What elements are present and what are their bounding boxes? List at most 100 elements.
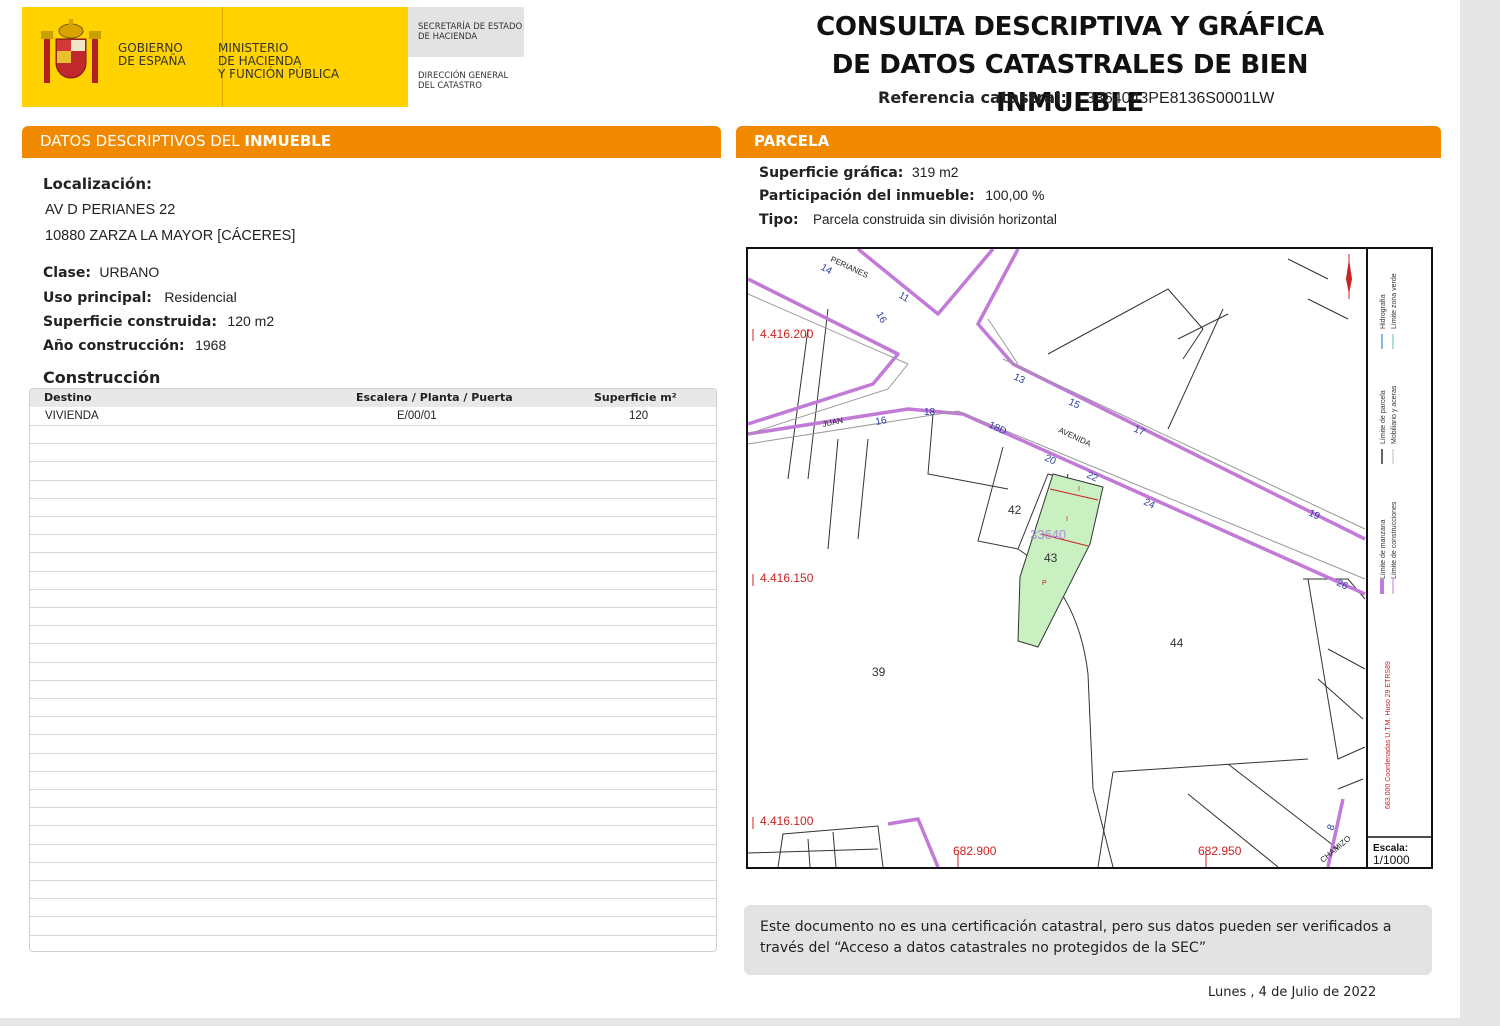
cadastral-map-drawing: 4.416.200 4.416.150 4.416.100 682.900 68… (748, 249, 1431, 867)
table-row-divider (30, 880, 716, 881)
northing-label: 4.416.200 (760, 327, 814, 341)
parcel-number: 44 (1170, 636, 1184, 650)
tipo-label: Tipo: (759, 212, 799, 228)
document-date: Lunes , 4 de Julio de 2022 (1208, 985, 1377, 1000)
street-name: PERIANES (829, 255, 869, 280)
table-row-divider (30, 571, 716, 572)
tipo-row: Tipo: Parcela construida sin división ho… (759, 211, 1057, 229)
table-row-divider (30, 734, 716, 735)
direccion-text: DIRECCIÓN GENERAL DEL CATASTRO (418, 71, 508, 91)
coordinates-note: 683.000 Coordenadas U.T.M. Huso 29 ETRS8… (1385, 661, 1392, 809)
northing-label: 4.416.150 (760, 571, 814, 585)
section-header-parcela: PARCELA (736, 126, 1441, 158)
direccion-line: DEL CATASTRO (418, 81, 482, 91)
table-row-divider (30, 753, 716, 754)
street-number: 18 (924, 407, 936, 418)
address-line-2: 10880 ZARZA LA MAYOR [CÁCERES] (45, 228, 296, 244)
table-row-divider (30, 862, 716, 863)
disclaimer-text: Este documento no es una certificación c… (760, 919, 1392, 956)
column-header-destino: Destino (44, 391, 92, 404)
table-row-divider (30, 607, 716, 608)
table-row-divider (30, 698, 716, 699)
anio-row: Año construcción: 1968 (43, 337, 226, 355)
street-name: JUAN (822, 416, 845, 429)
superficie-label: Superficie construida: (43, 314, 217, 330)
table-row-divider (30, 589, 716, 590)
ministerio-line: Y FUNCIÓN PÚBLICA (218, 67, 340, 81)
localizacion-label: Localización: (43, 175, 153, 193)
north-arrow-icon (1346, 254, 1352, 299)
superficie-row: Superficie construida: 120 m2 (43, 313, 274, 331)
table-row-divider (30, 534, 716, 535)
sup-grafica-row: Superficie gráfica: 319 m2 (759, 164, 959, 182)
table-row-divider (30, 844, 716, 845)
cell-destino: VIVIENDA (45, 410, 99, 422)
column-header-superficie: Superficie m² (594, 391, 677, 404)
table-row-divider (30, 443, 716, 444)
table-row-divider (30, 480, 716, 481)
legend-item: Límite de manzana (1380, 519, 1387, 579)
sup-grafica-value: 319 m2 (911, 164, 959, 180)
table-row-divider (30, 825, 716, 826)
parcel-number: 42 (1008, 503, 1022, 517)
legend-item: Mobiliario y aceras (1391, 385, 1398, 444)
table-row-divider (30, 680, 716, 681)
street-name: AVENIDA (1057, 426, 1093, 449)
table-row-divider (30, 716, 716, 717)
street-number: 14 (819, 262, 835, 277)
participacion-row: Participación del inmueble: 100,00 % (759, 187, 1044, 205)
subunit-label: P (1042, 580, 1047, 587)
table-row-divider (30, 498, 716, 499)
secretaria-line: DE HACIENDA (418, 32, 478, 42)
legend-item: Límite de construcciones (1391, 501, 1398, 579)
section-underline (736, 156, 1441, 158)
cell-superficie: 120 (629, 410, 649, 422)
table-row-divider (30, 662, 716, 663)
section-underline (22, 156, 721, 158)
tipo-value: Parcela construida sin división horizont… (813, 212, 1057, 227)
ref-value: 3364043PE8136S0001LW (1086, 90, 1275, 107)
table-row-divider (30, 461, 716, 462)
table-row-divider (30, 625, 716, 626)
table-header: Destino Escalera / Planta / Puerta Super… (30, 389, 716, 407)
legend-item: Límite zona verde (1391, 273, 1398, 329)
construccion-table: Destino Escalera / Planta / Puerta Super… (29, 388, 717, 952)
street-number: 18D (987, 420, 1008, 438)
document-page: GOBIERNO DE ESPAÑA MINISTERIO DE HACIEND… (0, 0, 1460, 1018)
table-row-divider (30, 552, 716, 553)
legend-item: Hidrografía (1380, 294, 1387, 329)
referencia-catastral: Referencia catastral: 3364043PE8136S0001… (878, 88, 1274, 108)
uso-row: Uso principal: Residencial (43, 289, 237, 307)
scale-value: 1/1000 (1373, 853, 1410, 867)
ref-label: Referencia catastral: (878, 88, 1067, 107)
table-row-divider (30, 807, 716, 808)
table-row-divider (30, 916, 716, 917)
parcel-number: 39 (872, 665, 886, 679)
clase-value: URBANO (99, 264, 160, 280)
secretaria-box: SECRETARÍA DE ESTADO DE HACIENDA (408, 7, 524, 57)
uso-value: Residencial (164, 289, 237, 305)
ministerio-text: MINISTERIO DE HACIENDA Y FUNCIÓN PÚBLICA (218, 42, 339, 81)
anio-label: Año construcción: (43, 338, 185, 354)
subunit-label: I (1078, 486, 1080, 493)
northing-label: 4.416.100 (760, 814, 814, 828)
coat-of-arms-icon (41, 19, 101, 83)
table-row-divider (30, 425, 716, 426)
clase-row: Clase: URBANO (43, 264, 159, 282)
title-line-1: CONSULTA DESCRIPTIVA Y GRÁFICA (816, 12, 1324, 42)
street-number: 13 (1012, 372, 1027, 387)
parcel-number: 43 (1044, 551, 1058, 565)
title-line-2: DE DATOS CATASTRALES DE BIEN INMUEBLE (831, 50, 1309, 118)
street-number: 16 (873, 310, 888, 326)
street-number: 16 (875, 415, 888, 428)
legend-item: Límite de parcela (1380, 390, 1387, 444)
table-row-divider (30, 771, 716, 772)
table-row-divider (30, 516, 716, 517)
section-title-bold: INMUEBLE (244, 132, 332, 150)
disclaimer-note: Este documento no es una certificación c… (744, 905, 1432, 975)
participacion-value: 100,00 % (985, 187, 1045, 203)
table-row-divider (30, 935, 716, 936)
anio-value: 1968 (195, 337, 227, 353)
highlight-parcel-label: 33640 (1030, 527, 1066, 542)
direccion-line: DIRECCIÓN GENERAL (418, 71, 509, 81)
